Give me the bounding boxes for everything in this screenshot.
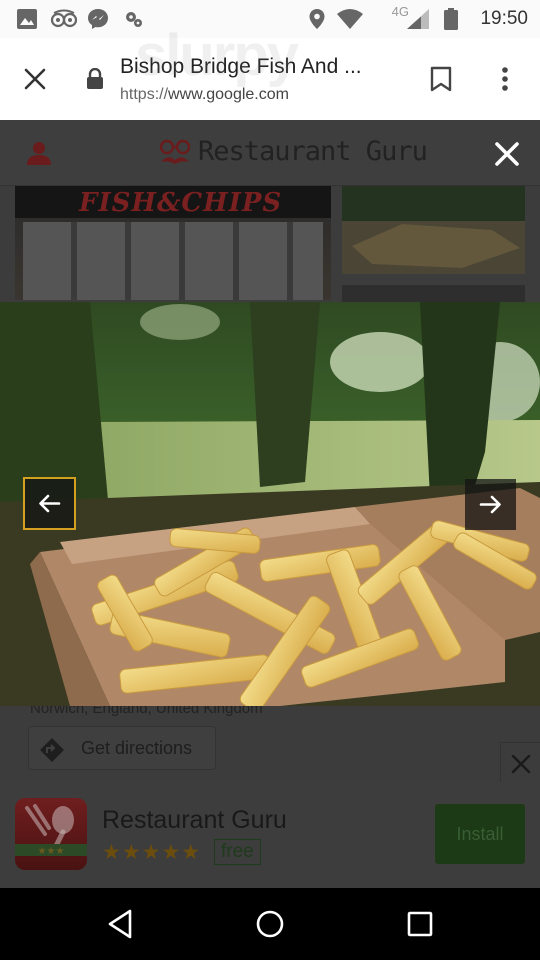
lock-icon: [86, 67, 104, 95]
install-button[interactable]: Install: [435, 804, 525, 864]
close-app-banner-button[interactable]: [500, 742, 540, 782]
messenger-icon: [87, 8, 109, 35]
location-icon: [307, 8, 327, 35]
svg-text:★★★: ★★★: [38, 846, 65, 857]
site-brand[interactable]: Restaurant Guru: [198, 136, 428, 167]
shop-window: [23, 222, 323, 300]
app-price-badge: free: [214, 839, 261, 865]
app-install-banner: ★★★ Restaurant Guru ★★★★★ free Install: [0, 782, 540, 888]
battery-icon: [444, 8, 458, 35]
get-directions-label: Get directions: [81, 738, 193, 758]
wifi-icon: [336, 8, 364, 35]
page-title: Bishop Bridge Fish And ...: [120, 55, 362, 78]
shop-sign-text: FISH&CHIPS: [79, 188, 283, 218]
tripadvisor-icon: [50, 8, 78, 35]
close-viewer-icon[interactable]: [490, 137, 524, 171]
back-icon[interactable]: [103, 906, 139, 942]
photo-thumbnail-shopfront[interactable]: FISH&CHIPS: [15, 186, 331, 300]
fullscreen-photo[interactable]: [0, 302, 540, 713]
photo-thumbnail-chips[interactable]: [342, 186, 525, 274]
android-nav-bar: [0, 888, 540, 960]
site-header: Restaurant Guru: [0, 120, 540, 186]
status-bar: 4G 19:50: [0, 0, 540, 38]
app-icon: ★★★: [15, 798, 87, 870]
bookmark-icon[interactable]: [430, 66, 452, 97]
app-name: Restaurant Guru: [102, 806, 287, 834]
url-scheme: https://: [120, 86, 169, 103]
get-directions-button[interactable]: Get directions: [28, 726, 216, 770]
arrow-right-icon: [479, 495, 501, 514]
clock: 19:50: [480, 8, 528, 29]
custom-tab-toolbar: Bishop Bridge Fish And ... https://www.g…: [0, 38, 540, 120]
settings-bubbles-icon: [123, 8, 145, 35]
signal-icon: [406, 8, 430, 35]
gallery-icon: [16, 8, 38, 35]
chips-photo-illustration: [0, 302, 540, 713]
recents-icon[interactable]: [402, 906, 438, 942]
close-tab-icon[interactable]: [22, 66, 48, 92]
home-icon[interactable]: [252, 906, 288, 942]
overflow-menu-icon[interactable]: [500, 66, 510, 97]
next-photo-button[interactable]: [465, 479, 516, 530]
app-rating-stars: ★★★★★: [102, 841, 202, 864]
previous-photo-button[interactable]: [23, 477, 76, 530]
url-host: www.google.com: [168, 86, 289, 103]
user-icon[interactable]: [26, 140, 52, 171]
directions-icon: [39, 737, 65, 768]
restaurant-guru-logo-icon: [158, 138, 192, 173]
close-icon: [511, 754, 531, 774]
page-url: https://www.google.com: [120, 86, 289, 104]
arrow-left-icon: [39, 494, 61, 513]
shop-sign: FISH&CHIPS: [15, 186, 331, 218]
